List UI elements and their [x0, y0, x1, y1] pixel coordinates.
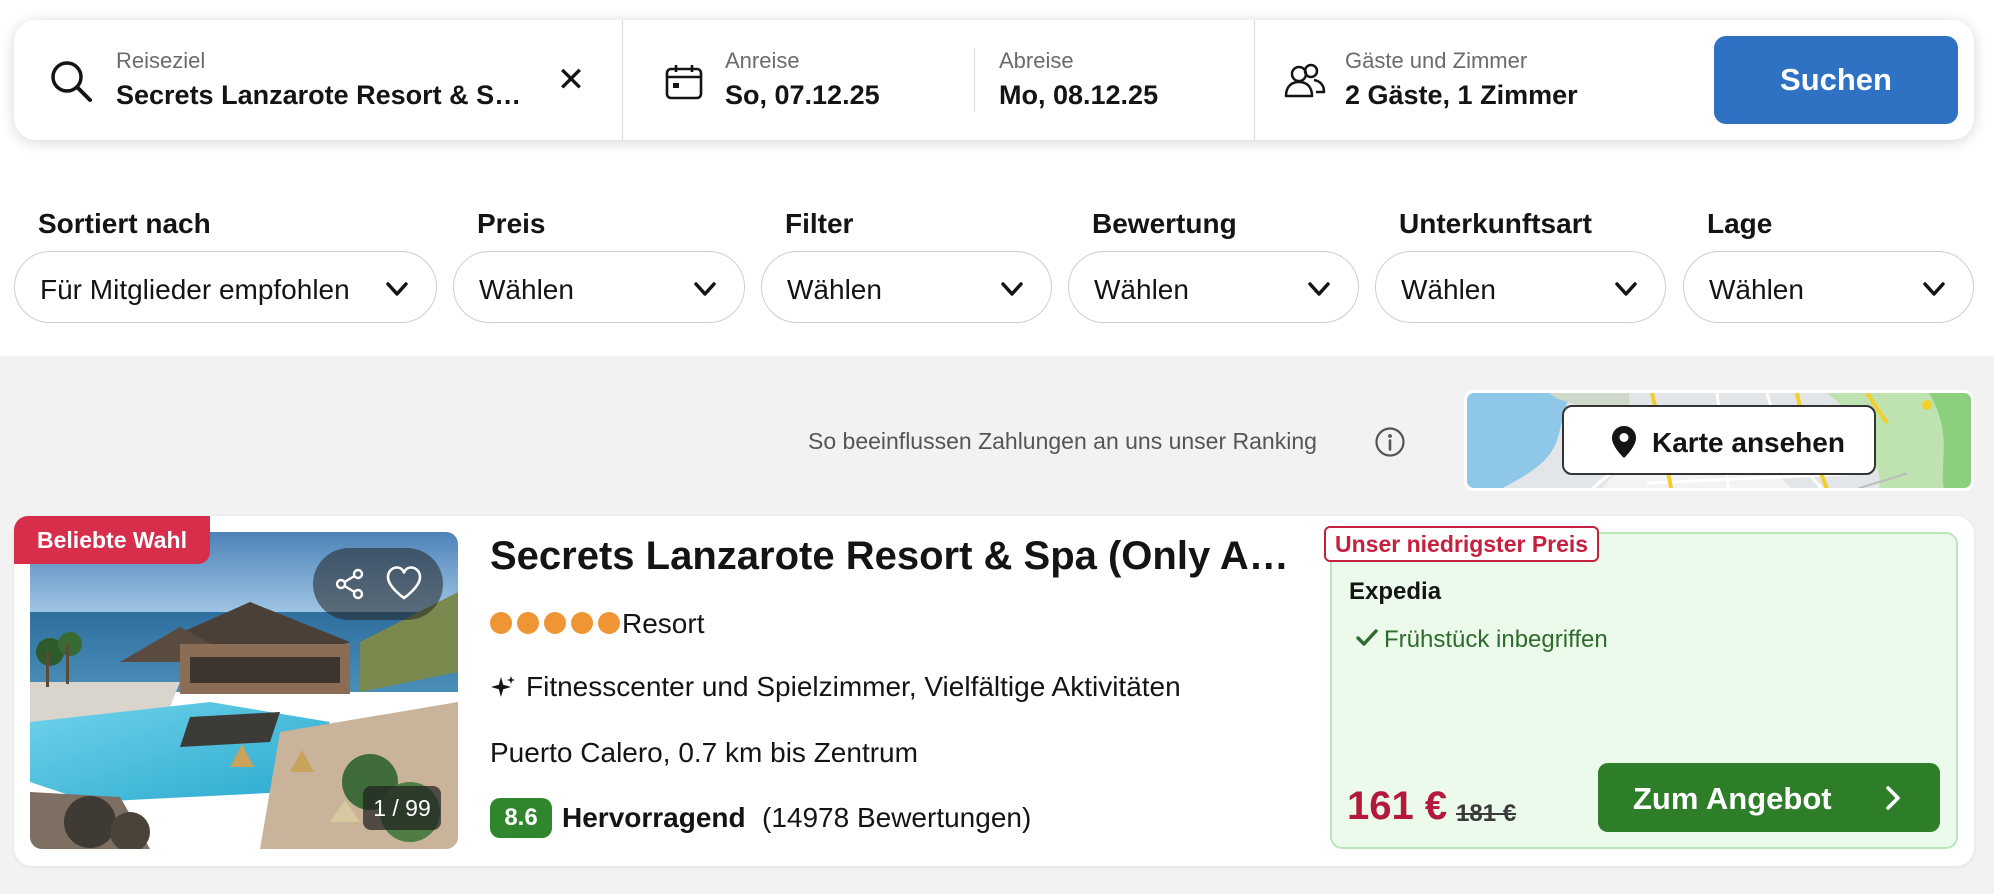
sparkle-icon	[489, 674, 517, 707]
breakfast-included-text: Frühstück inbegriffen	[1384, 626, 1608, 653]
filter-sort-label: Sortiert nach	[38, 208, 211, 239]
chevron-down-icon	[1921, 276, 1947, 307]
star-dot	[598, 612, 620, 634]
filter-sort-select[interactable]: Für Mitglieder empfohlen	[14, 251, 437, 323]
ranking-note[interactable]: So beeinflussen Zahlungen an uns unser R…	[808, 428, 1317, 455]
star-rating	[490, 612, 620, 634]
heart-icon[interactable]	[385, 565, 423, 606]
checkout-label: Abreise	[999, 48, 1074, 73]
location-text: Puerto Calero, 0.7 km bis Zentrum	[490, 737, 918, 768]
destination-label: Reiseziel	[116, 48, 206, 73]
filter-sort-value: Für Mitglieder empfohlen	[40, 274, 350, 305]
filter-filter-value: Wählen	[787, 274, 882, 305]
star-dot	[490, 612, 512, 634]
filter-price-value: Wählen	[479, 274, 574, 305]
filter-location-select[interactable]: Wählen	[1683, 251, 1974, 323]
search-icon	[48, 58, 94, 109]
photo-counter: 1 / 99	[363, 786, 441, 830]
hotel-name[interactable]: Secrets Lanzarote Resort & Spa (Only Adu…	[490, 534, 1300, 579]
rating-word: Hervorragend	[562, 802, 746, 833]
date-divider	[974, 48, 975, 112]
filter-price-select[interactable]: Wählen	[453, 251, 745, 323]
view-offer-button[interactable]: Zum Angebot	[1598, 763, 1940, 832]
info-icon[interactable]	[1374, 426, 1406, 463]
chevron-down-icon	[692, 276, 718, 307]
rating-count[interactable]: (14978 Bewertungen)	[762, 802, 1031, 834]
filter-accommodation-label: Unterkunftsart	[1399, 208, 1592, 239]
filter-accommodation-select[interactable]: Wählen	[1375, 251, 1666, 323]
filter-rating-label: Bewertung	[1092, 208, 1237, 239]
hotel-type: Resort	[622, 608, 705, 639]
chevron-down-icon	[384, 276, 410, 307]
checkout-value[interactable]: Mo, 08.12.25	[999, 80, 1158, 111]
offer-provider: Expedia	[1349, 578, 1442, 605]
show-map-button[interactable]: Karte ansehen	[1562, 405, 1876, 475]
filter-price-label: Preis	[477, 208, 546, 239]
lowest-price-badge: Unser niedrigster Preis	[1324, 526, 1600, 562]
chevron-down-icon	[1306, 276, 1332, 307]
filter-filter-select[interactable]: Wählen	[761, 251, 1052, 323]
guests-value[interactable]: 2 Gäste, 1 Zimmer	[1345, 80, 1578, 111]
photo-actions	[313, 548, 443, 620]
star-dot	[571, 612, 593, 634]
rating-score-badge: 8.6	[490, 798, 552, 838]
destination-field[interactable]: Reiseziel Secrets Lanzarote Resort & Spa…	[14, 20, 621, 140]
chevron-right-icon	[1882, 785, 1904, 816]
map-pin-icon	[1610, 424, 1638, 465]
calendar-icon	[665, 64, 703, 105]
filter-location-value: Wählen	[1709, 274, 1804, 305]
filter-rating-select[interactable]: Wählen	[1068, 251, 1359, 323]
show-map-label: Karte ansehen	[1652, 427, 1845, 458]
amenities-text: Fitnesscenter und Spielzimmer, Vielfälti…	[526, 671, 1181, 702]
filter-rating-value: Wählen	[1094, 274, 1189, 305]
view-offer-label: Zum Angebot	[1633, 781, 1832, 816]
guests-field[interactable]: Gäste und Zimmer 2 Gäste, 1 Zimmer	[1254, 20, 1724, 140]
chevron-down-icon	[999, 276, 1025, 307]
star-dot	[544, 612, 566, 634]
checkin-value[interactable]: So, 07.12.25	[725, 80, 880, 111]
clear-destination-icon[interactable]: ✕	[554, 60, 588, 100]
destination-input[interactable]: Secrets Lanzarote Resort & Spa (Only Adu…	[116, 80, 536, 111]
share-icon[interactable]	[333, 567, 367, 606]
filter-filter-label: Filter	[785, 208, 854, 239]
guests-icon	[1283, 62, 1327, 105]
search-button[interactable]: Suchen	[1714, 36, 1958, 124]
offer-old-price: 181 €	[1456, 800, 1517, 827]
search-bar: Reiseziel Secrets Lanzarote Resort & Spa…	[14, 20, 1974, 140]
checkin-label: Anreise	[725, 48, 800, 73]
guests-label: Gäste und Zimmer	[1345, 48, 1528, 73]
offer-price: 161 €	[1347, 784, 1448, 828]
chevron-down-icon	[1613, 276, 1639, 307]
date-fields: Anreise So, 07.12.25 Abreise Mo, 08.12.2…	[622, 20, 1254, 140]
filter-accommodation-value: Wählen	[1401, 274, 1496, 305]
check-icon	[1356, 628, 1378, 653]
star-dot	[517, 612, 539, 634]
popular-choice-badge: Beliebte Wahl	[14, 516, 210, 564]
filter-location-label: Lage	[1707, 208, 1773, 239]
